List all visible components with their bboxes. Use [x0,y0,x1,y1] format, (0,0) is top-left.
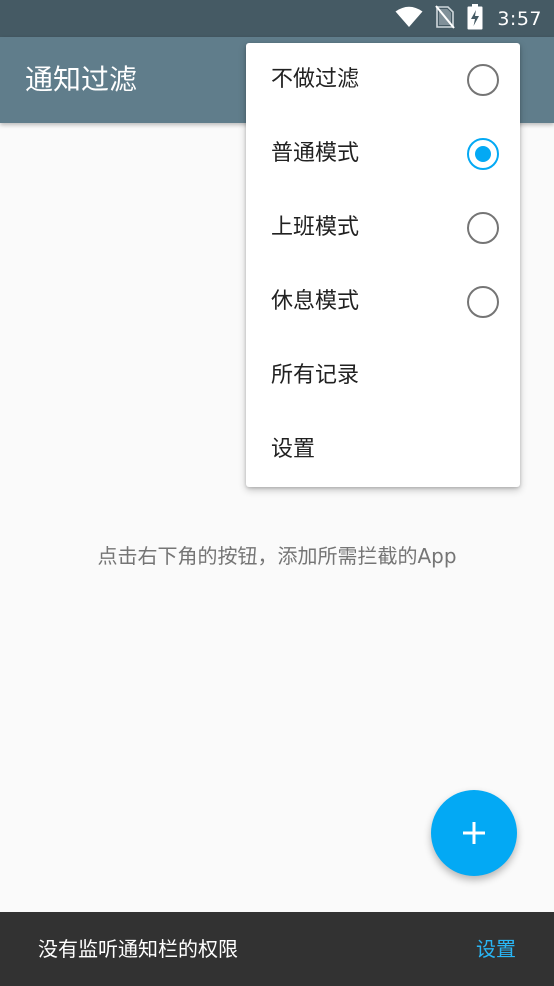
menu-item-all-records[interactable]: 所有记录 [246,339,520,413]
radio-button[interactable] [467,286,499,318]
overflow-menu: 不做过滤 普通模式 上班模式 休息模式 所有记录 设置 [246,43,520,487]
page-title: 通知过滤 [25,63,138,96]
menu-item-label: 普通模式 [271,141,360,166]
snackbar: 没有监听通知栏的权限 设置 [0,912,554,986]
plus-icon [431,822,517,880]
menu-item-label: 所有记录 [271,363,360,388]
empty-state-hint: 点击右下角的按钮，添加所需拦截的App [97,544,457,568]
no-sim-icon [435,4,456,33]
add-app-button[interactable] [431,790,517,876]
menu-item-normal-mode[interactable]: 普通模式 [246,117,520,191]
snackbar-message: 没有监听通知栏的权限 [38,937,238,961]
menu-item-label: 不做过滤 [271,67,360,92]
menu-item-work-mode[interactable]: 上班模式 [246,191,520,265]
radio-button[interactable] [467,212,499,244]
wifi-icon [395,6,423,32]
status-time: 3:57 [497,7,542,30]
menu-item-rest-mode[interactable]: 休息模式 [246,265,520,339]
radio-button[interactable] [467,64,499,96]
menu-item-no-filter[interactable]: 不做过滤 [246,43,520,117]
menu-item-settings[interactable]: 设置 [246,413,520,487]
status-bar: 3:57 [0,0,554,37]
radio-button-checked[interactable] [467,138,499,170]
menu-item-label: 设置 [271,437,316,462]
menu-item-label: 上班模式 [271,215,360,240]
snackbar-settings-button[interactable]: 设置 [476,912,516,986]
status-icons: 3:57 [395,0,542,37]
battery-charging-icon [467,3,483,34]
menu-item-label: 休息模式 [271,289,360,314]
